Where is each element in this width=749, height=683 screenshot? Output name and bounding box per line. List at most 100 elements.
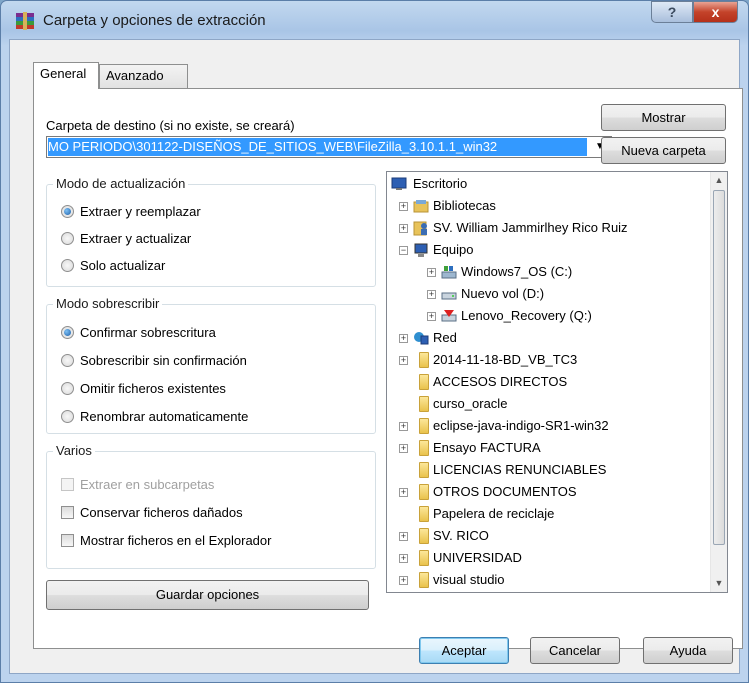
expand-icon[interactable]: + — [399, 444, 408, 453]
help-title-button[interactable]: ? — [651, 1, 693, 23]
radio-label: Renombrar automaticamente — [80, 409, 249, 424]
expand-icon[interactable]: + — [399, 576, 408, 585]
new-folder-button[interactable]: Nueva carpeta — [601, 137, 726, 164]
title-bar[interactable]: Carpeta y opciones de extracción ? x — [1, 1, 748, 41]
folder-icon — [419, 528, 429, 544]
drive-icon — [441, 292, 457, 300]
tree-item-label: LICENCIAS RENUNCIABLES — [433, 462, 607, 477]
expand-icon[interactable]: + — [399, 488, 408, 497]
scroll-up-arrow-icon[interactable]: ▲ — [711, 172, 727, 189]
folder-icon — [419, 418, 429, 434]
tree-item-label: Windows7_OS (C:) — [461, 264, 573, 279]
tree-item-label: UNIVERSIDAD — [433, 550, 522, 565]
collapse-icon[interactable]: − — [399, 246, 408, 255]
dialog-client-area: General Avanzado Carpeta de destino (si … — [9, 39, 743, 674]
folder-icon — [419, 572, 429, 588]
radio-indicator[interactable] — [61, 354, 74, 367]
ok-button[interactable]: Aceptar — [419, 637, 509, 664]
folder-icon — [419, 374, 429, 390]
radio-label: Solo actualizar — [80, 258, 166, 273]
tree-vertical-scrollbar[interactable]: ▲ ▼ — [710, 172, 727, 592]
tree-item-label: Escritorio — [413, 176, 468, 191]
checkbox-label: Mostrar ficheros en el Explorador — [80, 533, 272, 548]
expand-icon[interactable]: + — [427, 268, 436, 277]
save-options-button[interactable]: Guardar opciones — [46, 580, 369, 610]
checkbox-indicator[interactable] — [61, 506, 74, 519]
tree-item-label: curso_oracle — [433, 396, 508, 411]
drive-icon — [441, 266, 457, 279]
radio-indicator[interactable] — [61, 259, 74, 272]
folder-icon — [419, 440, 429, 456]
user-icon — [413, 221, 427, 236]
misc-title: Varios — [53, 443, 95, 458]
tree-item-label: visual studio — [433, 572, 505, 587]
window-title: Carpeta y opciones de extracción — [43, 12, 266, 29]
expand-icon[interactable]: + — [399, 422, 408, 431]
folder-icon — [419, 550, 429, 566]
expand-icon[interactable]: + — [399, 532, 408, 541]
tree-item-label: ACCESOS DIRECTOS — [433, 374, 568, 389]
tab-general[interactable]: General — [33, 62, 99, 89]
radio-indicator[interactable] — [61, 232, 74, 245]
recovery-drive-icon — [441, 310, 457, 322]
tree-item-label: Ensayo FACTURA — [433, 440, 541, 455]
update-mode-group: Modo de actualización Extraer y reemplaz… — [46, 176, 376, 287]
tree-item-label: Lenovo_Recovery (Q:) — [461, 308, 592, 323]
tree-item-label: eclipse-java-indigo-SR1-win32 — [433, 418, 609, 433]
expand-icon[interactable]: + — [399, 356, 408, 365]
tree-item-label: 2014-11-18-BD_VB_TC3 — [433, 352, 578, 367]
help-button[interactable]: Ayuda — [643, 637, 733, 664]
tree-item-label: SV. RICO — [433, 528, 489, 543]
folder-icon — [419, 462, 429, 478]
dialog-window: Carpeta y opciones de extracción ? x Gen… — [0, 0, 749, 683]
radio-label: Sobrescribir sin confirmación — [80, 353, 247, 368]
overwrite-mode-group: Modo sobrescribir Confirmar sobrescritur… — [46, 296, 376, 434]
network-icon — [414, 332, 429, 345]
tree-item-label: OTROS DOCUMENTOS — [433, 484, 577, 499]
radio-label: Extraer y reemplazar — [80, 204, 201, 219]
expand-icon[interactable]: + — [399, 334, 408, 343]
folder-icon — [419, 396, 429, 412]
destination-label: Carpeta de destino (si no existe, se cre… — [46, 118, 295, 133]
expand-icon[interactable]: + — [399, 554, 408, 563]
checkbox-indicator[interactable] — [61, 534, 74, 547]
expand-icon[interactable]: + — [427, 312, 436, 321]
scroll-down-arrow-icon[interactable]: ▼ — [711, 575, 727, 592]
show-button[interactable]: Mostrar — [601, 104, 726, 131]
radio-indicator[interactable] — [61, 326, 74, 339]
winrar-app-icon — [16, 12, 34, 30]
checkbox-label: Conservar ficheros dañados — [80, 505, 243, 520]
expand-icon[interactable]: + — [399, 202, 408, 211]
computer-icon — [414, 243, 428, 257]
tree-item-label: SV. William Jammirlhey Rico Ruiz — [433, 220, 628, 235]
folder-icon — [419, 506, 429, 522]
tab-advanced[interactable]: Avanzado — [99, 64, 188, 88]
general-tab-page: Carpeta de destino (si no existe, se cre… — [33, 88, 743, 649]
folder-tree[interactable]: Escritorio + Bibliotecas + SV. William J… — [386, 171, 728, 593]
scrollbar-thumb[interactable] — [713, 190, 725, 545]
tree-item-label: Papelera de reciclaje — [433, 506, 555, 521]
folder-icon — [419, 352, 429, 368]
tree-item-label: Bibliotecas — [433, 198, 496, 213]
radio-indicator[interactable] — [61, 410, 74, 423]
cancel-button[interactable]: Cancelar — [530, 637, 620, 664]
misc-group: Varios Extraer en subcarpetas Conservar … — [46, 443, 376, 569]
radio-label: Omitir ficheros existentes — [80, 381, 226, 396]
radio-indicator[interactable] — [61, 382, 74, 395]
close-button[interactable]: x — [693, 1, 738, 23]
library-icon — [413, 200, 429, 213]
destination-path-combobox[interactable]: MO PERIODO\301122-DISEÑOS_DE_SITIOS_WEB\… — [46, 136, 612, 158]
expand-icon[interactable]: + — [399, 224, 408, 233]
folder-icon — [419, 484, 429, 500]
radio-label: Extraer y actualizar — [80, 231, 192, 246]
update-mode-title: Modo de actualización — [53, 176, 189, 191]
desktop-icon — [391, 177, 407, 190]
radio-indicator[interactable] — [61, 205, 74, 218]
tree-item-label: Nuevo vol (D:) — [461, 286, 545, 301]
destination-path-value[interactable]: MO PERIODO\301122-DISEÑOS_DE_SITIOS_WEB\… — [48, 138, 587, 156]
radio-label: Confirmar sobrescritura — [80, 325, 216, 340]
checkbox-label: Extraer en subcarpetas — [80, 477, 215, 492]
checkbox-indicator — [61, 478, 74, 491]
expand-icon[interactable]: + — [427, 290, 436, 299]
tree-item-label: Equipo — [433, 242, 474, 257]
